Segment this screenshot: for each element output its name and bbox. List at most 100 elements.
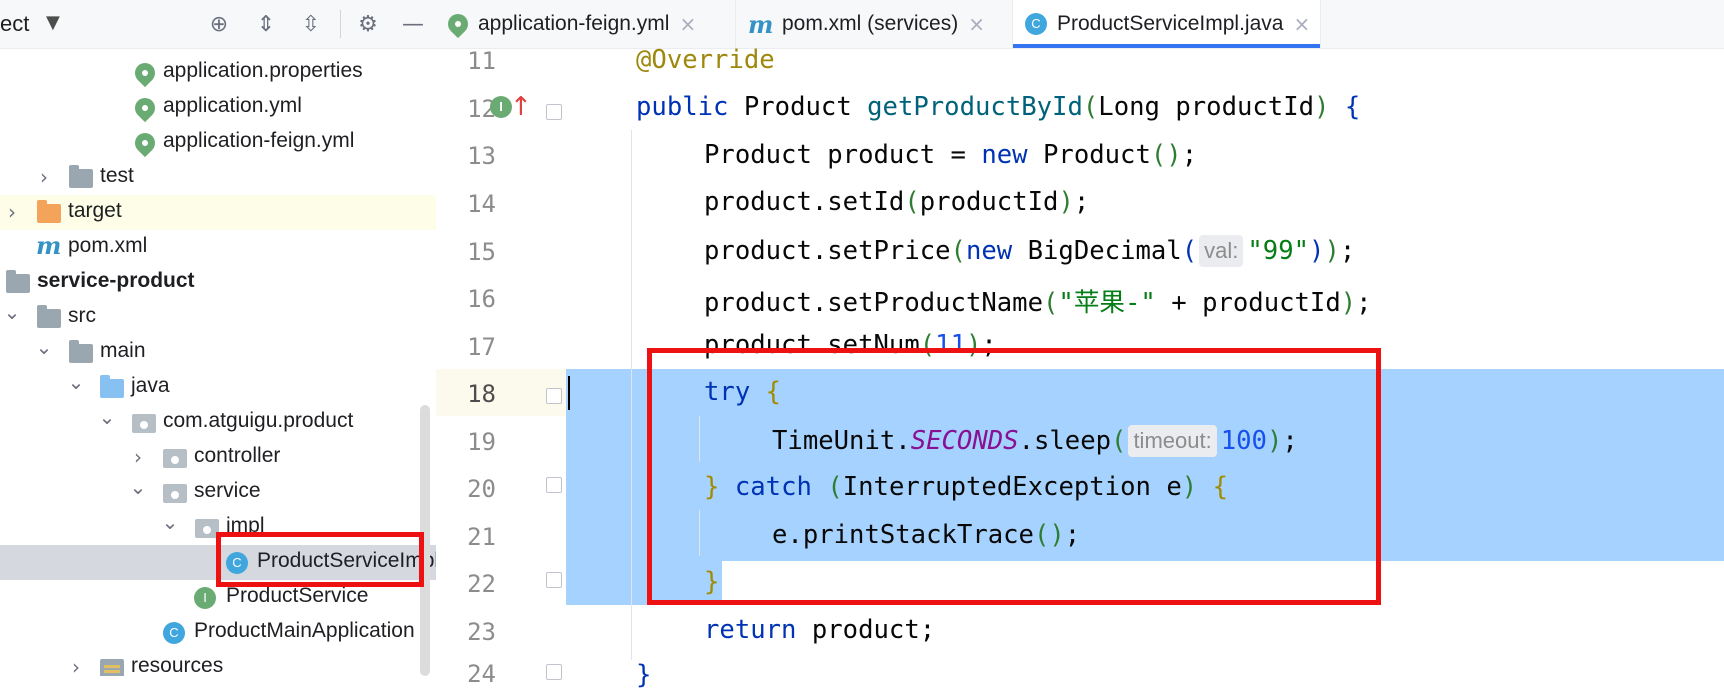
line-number: 20	[467, 475, 496, 503]
tree-item[interactable]: › target	[0, 195, 436, 230]
folder-icon	[69, 165, 93, 188]
keyword: return	[704, 615, 797, 645]
chevron-right-icon[interactable]: ›	[34, 165, 54, 189]
up-arrow-icon[interactable]: ↑	[510, 92, 532, 122]
header-separator	[340, 10, 341, 38]
keyword: new	[981, 140, 1028, 170]
package-icon	[163, 449, 187, 468]
tree-item[interactable]: application.yml	[0, 90, 436, 125]
implements-marker-icon[interactable]: I	[490, 96, 512, 118]
tree-item-label: resources	[131, 654, 224, 676]
tree-item-label: controller	[194, 444, 281, 467]
tree-item-label: java	[131, 374, 170, 397]
spring-boot-class-icon: C	[163, 622, 185, 644]
indent-guide	[631, 130, 632, 660]
tree-item-label: main	[100, 339, 146, 362]
chevron-right-icon[interactable]: ›	[66, 655, 86, 676]
code-line-23: return product;	[704, 615, 935, 645]
tab-pom-xml[interactable]: m pom.xml (services) ×	[736, 0, 1013, 48]
fold-icon[interactable]	[546, 572, 562, 588]
fold-icon[interactable]	[546, 664, 562, 680]
code-text: + productId	[1155, 288, 1341, 318]
minimize-icon[interactable]: —	[399, 10, 427, 38]
close-icon[interactable]: ×	[679, 12, 696, 36]
code-text: product;	[796, 615, 936, 645]
project-view-dropdown-icon[interactable]: ▼	[46, 12, 60, 33]
code-text: Product product =	[704, 140, 982, 170]
tree-item[interactable]: m pom.xml	[0, 230, 436, 265]
folder-icon	[37, 305, 61, 328]
code-line-24: }	[636, 660, 652, 690]
code-text: Long productId	[1098, 92, 1315, 122]
chevron-down-icon[interactable]: ⌄	[160, 510, 180, 534]
fold-icon[interactable]	[546, 388, 562, 404]
code-line-16: product.setProductName("苹果-" + productId…	[704, 288, 1372, 318]
close-icon[interactable]: ×	[968, 12, 985, 36]
close-icon[interactable]: ×	[1293, 12, 1310, 36]
tree-item[interactable]: application-feign.yml	[0, 125, 436, 160]
tree-item[interactable]: ⌄ src	[0, 300, 436, 335]
text-caret	[568, 376, 570, 410]
code-text: Product	[728, 92, 868, 122]
spring-config-icon	[443, 9, 473, 39]
line-number: 17	[467, 333, 496, 361]
method-name: getProductById	[867, 92, 1083, 122]
tree-item[interactable]: ⌄ java	[0, 370, 436, 405]
chevron-down-icon[interactable]: ⌄	[66, 370, 86, 394]
tab-application-feign-yml[interactable]: application-feign.yml ×	[436, 0, 736, 48]
tree-item-label: pom.xml	[68, 234, 148, 257]
tree-item[interactable]: application.properties	[0, 55, 436, 90]
fold-icon[interactable]	[546, 104, 562, 120]
tree-item-label: src	[68, 304, 96, 327]
project-panel-title[interactable]: ect	[0, 11, 29, 37]
code-line-14: product.setId(productId);	[704, 187, 1090, 217]
tab-productserviceimpl-java[interactable]: C ProductServiceImpl.java ×	[1013, 0, 1321, 48]
chevron-down-icon[interactable]: ⌄	[2, 300, 22, 324]
module-icon	[6, 270, 30, 293]
expand-all-icon[interactable]: ⇕	[252, 10, 280, 38]
crosshair-icon[interactable]: ⊕	[205, 10, 233, 38]
source-folder-icon	[100, 375, 124, 398]
chevron-down-icon[interactable]: ⌄	[34, 335, 54, 359]
tree-item[interactable]: ⌄ service	[0, 475, 436, 510]
editor-tab-bar: application-feign.yml × m pom.xml (servi…	[436, 0, 1724, 49]
tree-item-label: ProductService	[226, 584, 369, 607]
collapse-all-icon[interactable]: ⇳	[297, 10, 325, 38]
resources-folder-icon	[100, 659, 124, 676]
tree-item-label: test	[100, 164, 134, 187]
chevron-right-icon[interactable]: ›	[128, 445, 148, 469]
tree-item[interactable]: › resources	[0, 650, 436, 676]
line-number: 15	[467, 238, 496, 266]
project-panel-header: ect ▼ ⊕ ⇕ ⇳ ⚙ —	[0, 0, 436, 49]
package-icon	[163, 484, 187, 503]
code-line-12: public Product getProductById(Long produ…	[636, 92, 1361, 122]
folder-orange-icon	[37, 200, 61, 223]
tab-label: ProductServiceImpl.java	[1057, 12, 1284, 35]
string-literal: "苹果-"	[1058, 288, 1156, 318]
tree-item-label: application.yml	[163, 94, 302, 117]
tree-item[interactable]: ⌄ com.atguigu.product	[0, 405, 436, 440]
spring-config-icon	[130, 93, 160, 123]
tree-item[interactable]: › test	[0, 160, 436, 195]
tree-item[interactable]: service-product	[0, 265, 436, 300]
line-number: 23	[467, 618, 496, 646]
gear-icon[interactable]: ⚙	[354, 10, 382, 38]
line-number: 13	[467, 142, 496, 170]
line-number: 12	[467, 95, 496, 123]
chevron-down-icon[interactable]: ⌄	[97, 405, 117, 429]
line-number: 19	[467, 428, 496, 456]
chevron-right-icon[interactable]: ›	[2, 200, 22, 224]
code-text: productId	[919, 187, 1059, 217]
tree-item[interactable]: C ProductMainApplication	[0, 615, 436, 650]
tree-item[interactable]: ⌄ main	[0, 335, 436, 370]
tree-item-label: service-product	[37, 269, 195, 292]
line-number: 21	[467, 523, 496, 551]
tree-item-label: application-feign.yml	[163, 129, 355, 152]
tree-item[interactable]: › controller	[0, 440, 436, 475]
fold-icon[interactable]	[546, 477, 562, 493]
tree-item-label: com.atguigu.product	[163, 409, 354, 432]
line-number: 14	[467, 190, 496, 218]
class-icon: C	[1025, 13, 1047, 35]
chevron-down-icon[interactable]: ⌄	[128, 475, 148, 499]
line-number: 18	[467, 380, 496, 408]
